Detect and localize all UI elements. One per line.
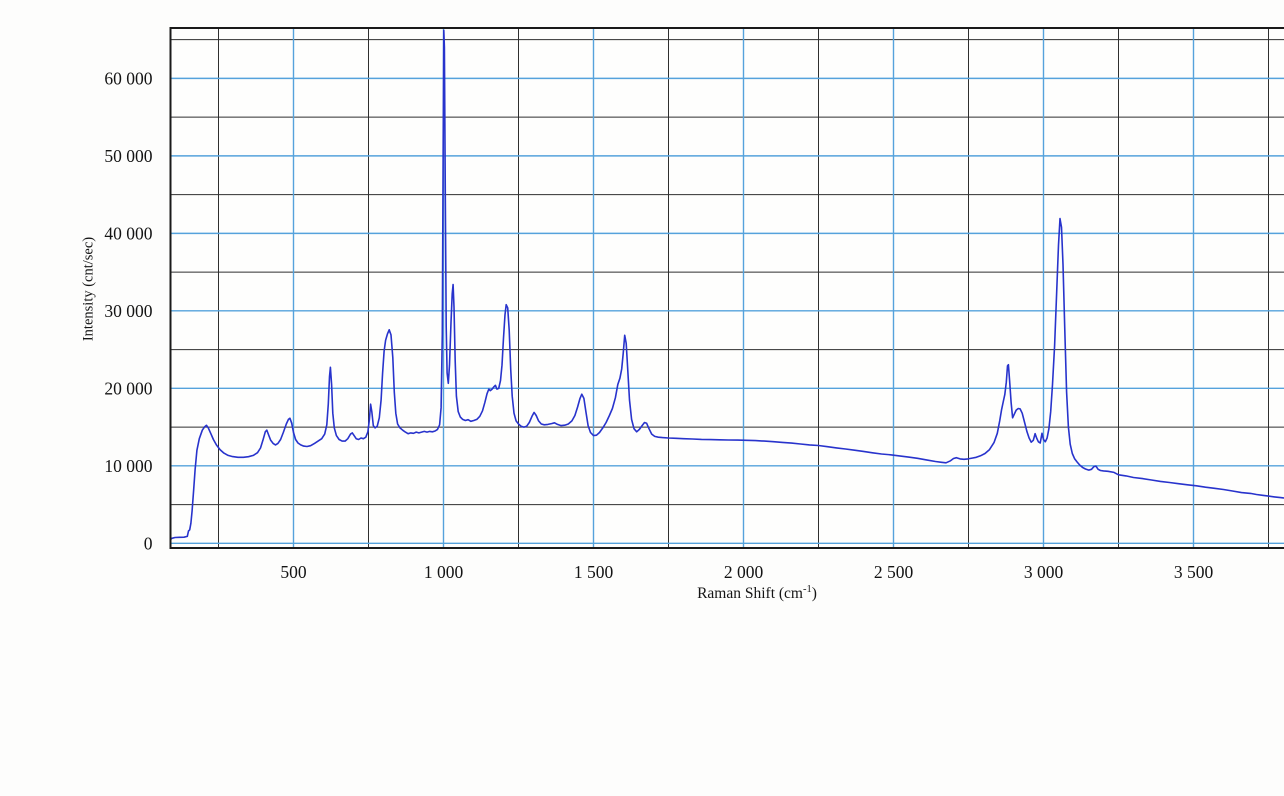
y-tick-labels: 0 10 000 20 000 30 000 40 000 50 000 60 000: [104, 68, 152, 553]
x-tick-label: 1 000: [424, 562, 464, 582]
x-axis-title-superscript: -1: [802, 584, 812, 595]
spectrum-plot-canvas: 0 10 000 20 000 30 000 40 000 50 000 60 000 500…: [104, 27, 1284, 582]
y-tick-label: 20 000: [104, 378, 152, 398]
x-tick-label: 1 500: [574, 562, 614, 582]
x-axis-title: Raman Shift (cm-1): [697, 584, 817, 603]
y-tick-label: 60 000: [104, 68, 152, 88]
x-tick-label: 500: [280, 562, 307, 582]
x-axis-title-text: Raman Shift (cm: [697, 585, 803, 603]
y-tick-label: 50 000: [104, 146, 152, 166]
raman-spectrum-chart: 0 10 000 20 000 30 000 40 000 50 000 60 000 500…: [0, 0, 1284, 640]
x-axis-title-close: ): [811, 585, 817, 603]
y-tick-label: 10 000: [104, 456, 152, 476]
plot-background: [170, 28, 1284, 548]
y-tick-label: 30 000: [104, 301, 152, 321]
y-tick-label: 0: [144, 533, 153, 553]
x-tick-labels: 500 1 000 1 500 2 000 2 500 3 000 3 500: [280, 562, 1213, 582]
y-axis-title-text: Intensity (cnt/sec): [80, 236, 97, 342]
raman-software-screen: 0 10 000 20 000 30 000 40 000 50 000 60 000 500…: [0, 0, 1284, 796]
x-tick-label: 3 000: [1024, 562, 1064, 582]
x-tick-label: 3 500: [1174, 562, 1214, 582]
x-tick-label: 2 000: [724, 562, 764, 582]
x-tick-label: 2 500: [874, 562, 914, 582]
y-tick-label: 40 000: [104, 223, 152, 243]
y-axis-title: Intensity (cnt/sec): [81, 237, 98, 341]
